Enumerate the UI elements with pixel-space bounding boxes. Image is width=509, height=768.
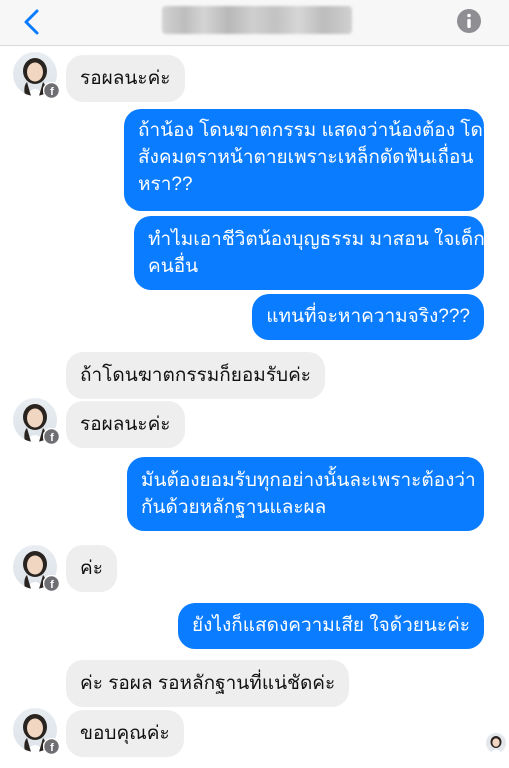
back-button[interactable] [18,7,48,37]
incoming-message[interactable]: รอผลนะค่ะ [66,401,185,448]
message-text: ยังไงก็แสดงความเสีย ใจด้วยนะค่ะ [192,615,470,636]
message-text: ถ้าโดนฆาตกรรมก็ยอมรับค่ะ [80,365,312,386]
message-text: รอผลนะค่ะ [80,414,171,435]
message-text-line: มันต้องยอมรับทุกอย่างนั้นละเพราะต้องว่า [141,470,476,491]
message-text: แทนที่จะหาความจริง??? [266,306,470,327]
seen-indicator-avatar [486,733,506,753]
chevron-left-icon [24,9,39,35]
svg-text:f: f [50,579,54,591]
info-button[interactable] [456,8,482,34]
messenger-badge-icon: f [43,738,60,755]
avatar-photo-icon [490,736,502,753]
contact-avatar[interactable]: f [13,398,60,445]
incoming-message[interactable]: รอผลนะค่ะ [66,55,185,102]
svg-text:f: f [50,86,54,98]
outgoing-message[interactable]: ยังไงก็แสดงความเสีย ใจด้วยนะค่ะ [178,603,484,649]
message-text: ค่ะ [80,558,103,579]
svg-text:f: f [50,742,54,754]
message-text-line: กันด้วยหลักฐานและผล [141,497,327,518]
message-text: ขอบคุณค่ะ [80,723,170,744]
incoming-message[interactable]: ค่ะ [66,545,117,592]
message-text-line: คนอื่น [148,256,199,277]
contact-name[interactable] [162,6,352,34]
message-text-line: ถ้าน้อง โดนฆาตกรรม แสดงว่าน้องต้อง โดน [138,120,496,141]
contact-avatar[interactable]: f [13,52,60,99]
outgoing-message[interactable]: ถ้าน้อง โดนฆาตกรรม แสดงว่าน้องต้อง โดน ส… [124,109,496,211]
message-text-line: ทำไมเอาชีวิตน้องบุญธรรม มาสอน ใจเด็ก [148,229,485,250]
info-icon [457,9,481,33]
message-text: ค่ะ รอผล รอหลักฐานที่แน่ชัดค่ะ [80,673,336,694]
chat-header [0,0,509,46]
outgoing-message[interactable]: มันต้องยอมรับทุกอย่างนั้นละเพราะต้องว่า … [127,457,484,531]
contact-avatar[interactable]: f [13,708,60,755]
outgoing-message[interactable]: แทนที่จะหาความจริง??? [252,294,484,340]
incoming-message[interactable]: ขอบคุณค่ะ [66,710,184,757]
incoming-message[interactable]: ถ้าโดนฆาตกรรมก็ยอมรับค่ะ [66,352,326,399]
contact-avatar[interactable]: f [13,545,60,592]
message-text: รอผลนะค่ะ [80,68,171,89]
outgoing-message[interactable]: ทำไมเอาชีวิตน้องบุญธรรม มาสอน ใจเด็ก คนอ… [134,216,485,290]
message-text-line: สังคมตราหน้าตายเพราะเหล็กดัดฟันเถื่อน [138,147,474,168]
messenger-badge-icon: f [43,428,60,445]
message-text-line: หรา?? [138,174,193,195]
incoming-message[interactable]: ค่ะ รอผล รอหลักฐานที่แน่ชัดค่ะ [66,660,350,707]
svg-text:f: f [50,432,54,444]
messenger-badge-icon: f [43,575,60,592]
messenger-badge-icon: f [43,82,60,99]
